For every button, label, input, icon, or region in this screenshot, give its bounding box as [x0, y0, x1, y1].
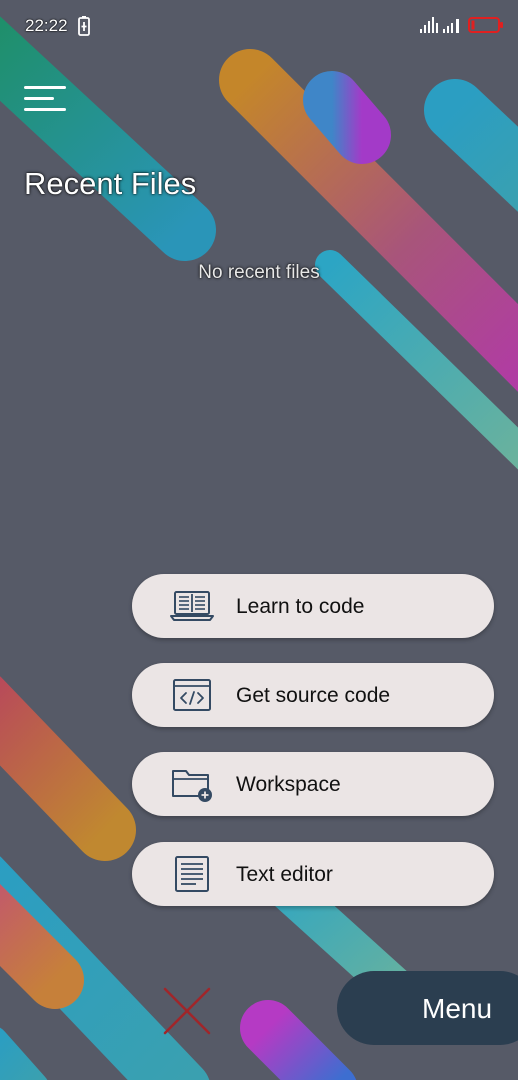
get-source-code-label: Get source code	[236, 684, 391, 707]
signal-icon	[420, 17, 438, 33]
empty-state-message: No recent files	[198, 262, 320, 283]
workspace-label: Workspace	[236, 773, 341, 796]
signal-icon	[443, 19, 459, 33]
hamburger-menu-icon[interactable]	[24, 86, 68, 112]
battery-icon	[468, 17, 503, 33]
battery-charging-icon	[78, 16, 90, 36]
code-window-icon	[173, 679, 211, 711]
learn-to-code-button[interactable]: Learn to code	[132, 574, 494, 638]
page-title: Recent Files	[24, 166, 197, 201]
learn-to-code-label: Learn to code	[236, 595, 365, 618]
laptop-book-icon	[170, 591, 214, 621]
folder-add-icon	[172, 770, 212, 802]
close-icon[interactable]	[162, 986, 212, 1036]
menu-button-label: Menu	[422, 993, 493, 1024]
workspace-button[interactable]: Workspace	[132, 752, 494, 816]
background-decoration	[0, 16, 518, 1080]
menu-button[interactable]: Menu	[337, 971, 518, 1045]
document-text-icon	[175, 856, 209, 892]
get-source-code-button[interactable]: Get source code	[132, 663, 494, 727]
status-bar: 22:22	[0, 0, 518, 52]
text-editor-label: Text editor	[236, 863, 333, 886]
text-editor-button[interactable]: Text editor	[132, 842, 494, 906]
status-time: 22:22	[25, 16, 68, 35]
